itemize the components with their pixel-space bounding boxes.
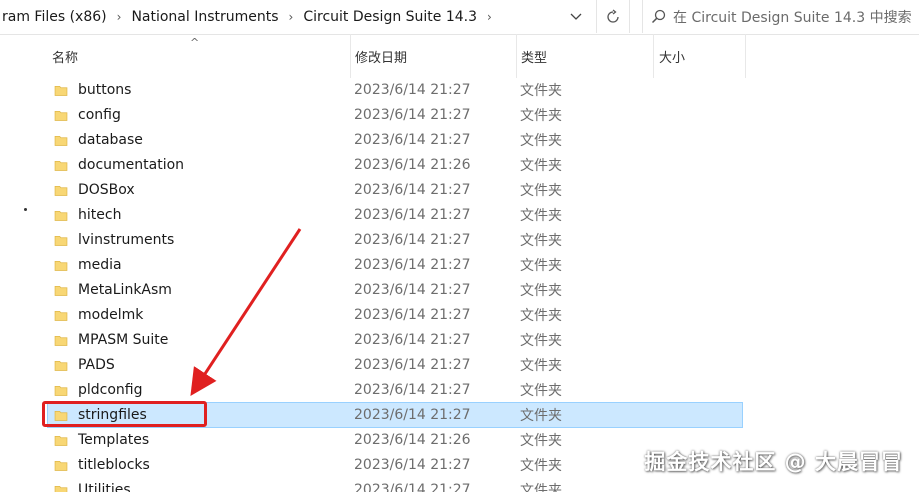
annotation-arrow <box>190 228 302 397</box>
watermark: 掘金技术社区 @ 大晨冒冒 <box>644 450 903 474</box>
file-explorer-window: ram Files (x86) › National Instruments ›… <box>0 0 919 492</box>
